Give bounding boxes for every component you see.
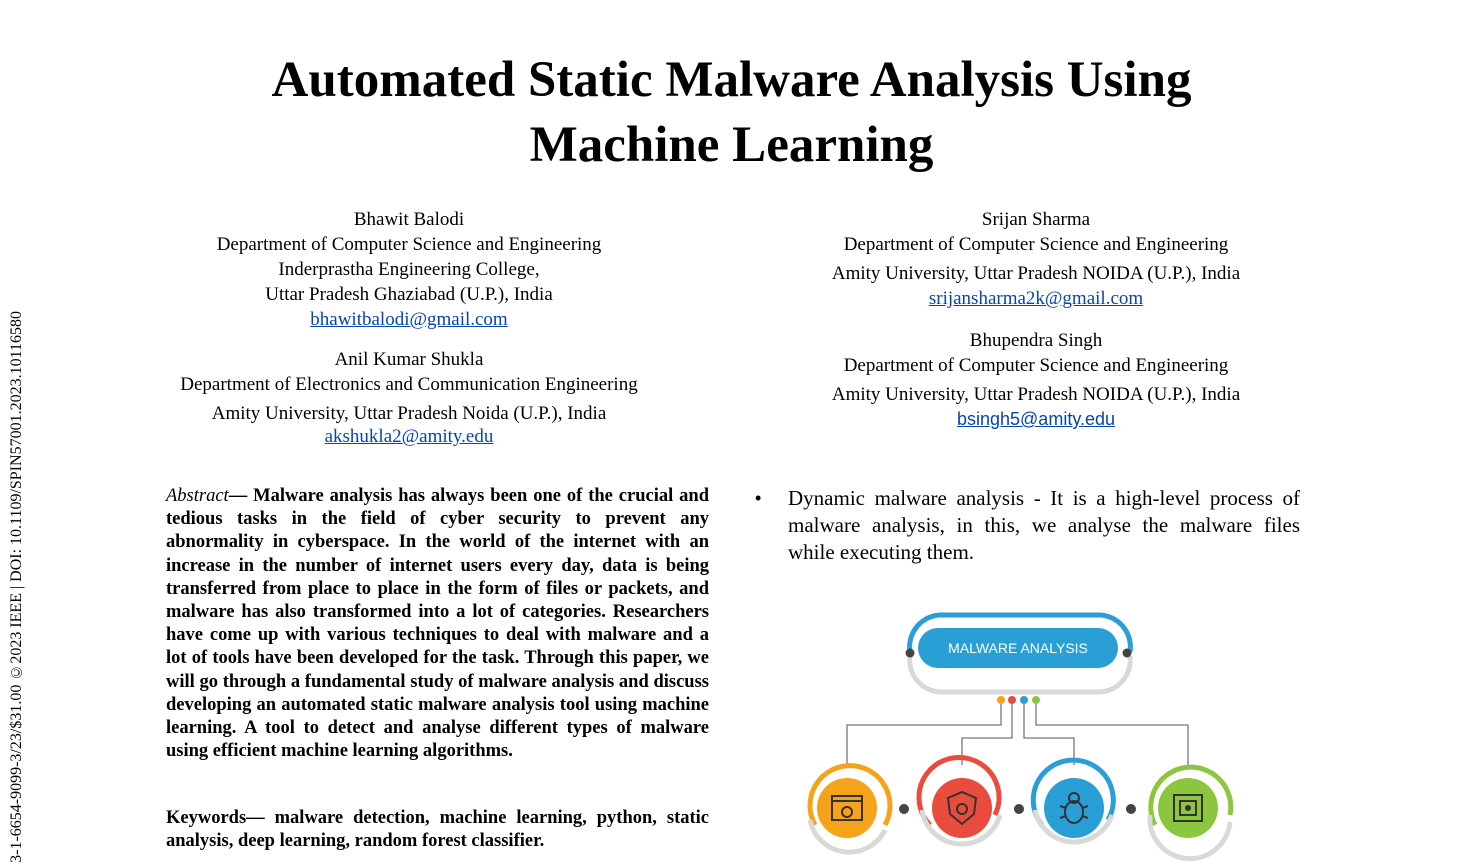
connector-dot-green xyxy=(1032,696,1040,704)
title-line-1: Automated Static Malware Analysis Using xyxy=(271,52,1192,108)
banner-left-dot xyxy=(905,648,915,658)
author-affiliation: Department of Computer Science and Engin… xyxy=(843,234,1229,255)
author-block-4: Bhupendra Singh Department of Computer S… xyxy=(787,328,1285,432)
author-affiliation: Inderprastha Engineering College, xyxy=(278,259,540,280)
author-affiliation: Department of Electronics and Communicat… xyxy=(180,374,638,395)
node-separator-dot xyxy=(899,804,909,814)
banner-right-dot xyxy=(1122,648,1132,658)
author-name: Anil Kumar Shukla xyxy=(334,349,484,370)
node-separator-dot xyxy=(1126,804,1136,814)
paper-title: Automated Static Malware Analysis Using … xyxy=(0,48,1463,178)
keywords-paragraph: Keywords— malware detection, machine lea… xyxy=(166,807,709,853)
author-name: Srijan Sharma xyxy=(981,209,1091,230)
bullet-text: Dynamic malware analysis - It is a high-… xyxy=(788,486,1300,564)
author-email-link[interactable]: akshukla2@amity.edu xyxy=(325,426,494,447)
connector-dot-red xyxy=(1008,696,1016,704)
connector-dot-blue xyxy=(1020,696,1028,704)
author-affiliation: Amity University, Uttar Pradesh Noida (U… xyxy=(211,403,607,424)
bullet-symbol: • xyxy=(755,488,762,508)
node-orange xyxy=(807,763,893,855)
author-affiliation: Amity University, Uttar Pradesh NOIDA (U… xyxy=(831,263,1241,284)
author-name: Bhawit Balodi xyxy=(353,209,465,230)
author-block-3: Srijan Sharma Department of Computer Sci… xyxy=(787,207,1285,311)
malware-analysis-diagram: MALWARE ANALYSIS xyxy=(790,600,1250,863)
author-email-link[interactable]: bsingh5@amity.edu xyxy=(957,409,1115,429)
author-email-link[interactable]: srijansharma2k@gmail.com xyxy=(929,288,1143,309)
abstract-paragraph: Abstract— Malware analysis has always be… xyxy=(166,485,709,763)
author-affiliation: Department of Computer Science and Engin… xyxy=(216,234,602,255)
connector-lines xyxy=(846,704,1189,765)
keywords-label: Keywords xyxy=(166,808,247,828)
author-email-link[interactable]: bhawitbalodi@gmail.com xyxy=(310,309,507,330)
connector-dot-orange xyxy=(997,696,1005,704)
author-affiliation: Amity University, Uttar Pradesh NOIDA (U… xyxy=(831,384,1241,405)
node-blue xyxy=(1030,757,1116,845)
node-green xyxy=(1147,764,1234,862)
author-affiliation: Department of Computer Science and Engin… xyxy=(843,355,1229,376)
author-block-2: Anil Kumar Shukla Department of Electron… xyxy=(160,347,658,449)
diagram-title: MALWARE ANALYSIS xyxy=(948,640,1088,656)
node-red xyxy=(916,755,1003,847)
title-line-2: Machine Learning xyxy=(529,117,934,173)
author-affiliation: Uttar Pradesh Ghaziabad (U.P.), India xyxy=(265,284,553,305)
author-block-1: Bhawit Balodi Department of Computer Sci… xyxy=(160,207,658,332)
abstract-text: — Malware analysis has always been one o… xyxy=(166,486,709,762)
bullet-item: • Dynamic malware analysis - It is a hig… xyxy=(755,485,1300,566)
keywords-text: — malware detection, machine learning, p… xyxy=(166,808,709,852)
node-separator-dot xyxy=(1014,804,1024,814)
doi-text: 3-1-6654-9099-3/23/$31.00 ©2023 IEEE | D… xyxy=(8,311,25,863)
author-name: Bhupendra Singh xyxy=(969,330,1103,351)
abstract-label: Abstract xyxy=(166,486,229,506)
